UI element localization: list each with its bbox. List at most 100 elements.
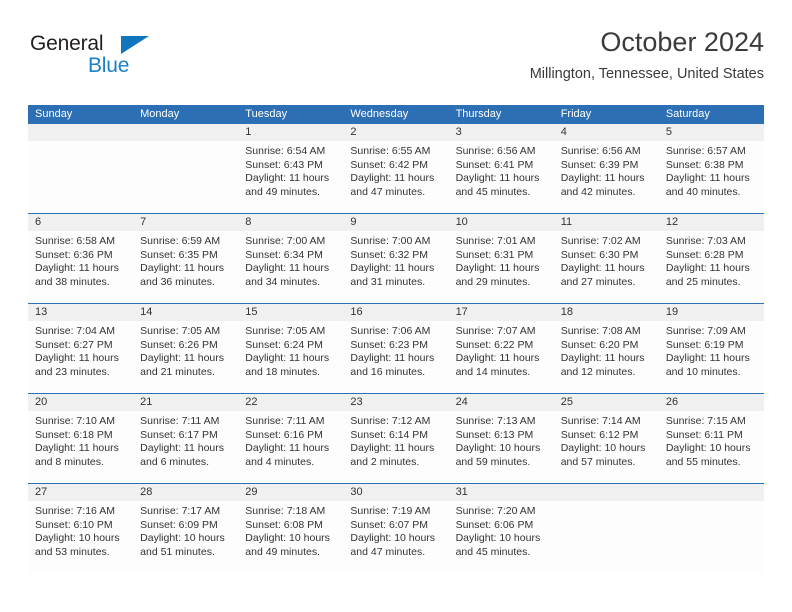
generalblue-logo[interactable]: General Blue xyxy=(28,32,228,88)
day-number-band: 31 xyxy=(448,484,554,501)
day-info: Sunrise: 7:16 AM Sunset: 6:10 PM Dayligh… xyxy=(28,501,133,559)
logo-text-blue: Blue xyxy=(88,54,130,77)
daylight-line1: Daylight: 11 hours xyxy=(665,262,750,275)
daylight-line1: Daylight: 11 hours xyxy=(455,172,540,185)
daylight-line1: Daylight: 10 hours xyxy=(140,532,225,545)
day-cell[interactable]: 26 Sunrise: 7:15 AM Sunset: 6:11 PM Dayl… xyxy=(658,394,764,483)
day-number: 5 xyxy=(665,126,672,138)
day-cell[interactable]: 22 Sunrise: 7:11 AM Sunset: 6:16 PM Dayl… xyxy=(238,394,344,483)
day-number: 31 xyxy=(455,486,468,498)
day-number: 19 xyxy=(665,306,679,318)
day-cell[interactable]: 12 Sunrise: 7:03 AM Sunset: 6:28 PM Dayl… xyxy=(658,214,764,303)
day-number-band: 10 xyxy=(448,214,554,231)
day-cell[interactable]: 11 Sunrise: 7:02 AM Sunset: 6:30 PM Dayl… xyxy=(553,214,659,303)
day-info: Sunrise: 6:59 AM Sunset: 6:35 PM Dayligh… xyxy=(133,231,238,289)
day-cell[interactable]: 24 Sunrise: 7:13 AM Sunset: 6:13 PM Dayl… xyxy=(448,394,554,483)
day-cell[interactable]: 10 Sunrise: 7:01 AM Sunset: 6:31 PM Dayl… xyxy=(448,214,554,303)
day-number-band: 9 xyxy=(343,214,449,231)
daylight-line2: and 6 minutes. xyxy=(140,455,210,468)
day-number: 10 xyxy=(455,216,468,228)
daylight-line1: Daylight: 10 hours xyxy=(245,532,330,545)
day-cell[interactable]: 21 Sunrise: 7:11 AM Sunset: 6:17 PM Dayl… xyxy=(133,394,239,483)
daylight-line2: and 10 minutes. xyxy=(665,365,741,378)
calendar-page: General Blue October 2024 Millington, Te… xyxy=(0,0,792,612)
weekday-tuesday: Tuesday xyxy=(245,108,288,120)
day-cell[interactable]: 7 Sunrise: 6:59 AM Sunset: 6:35 PM Dayli… xyxy=(133,214,239,303)
day-cell[interactable]: 13 Sunrise: 7:04 AM Sunset: 6:27 PM Dayl… xyxy=(28,304,134,393)
sunset-text: Sunset: 6:09 PM xyxy=(140,518,218,531)
day-info: Sunrise: 7:13 AM Sunset: 6:13 PM Dayligh… xyxy=(449,411,554,469)
day-number: 23 xyxy=(350,396,363,408)
day-cell[interactable]: 15 Sunrise: 7:05 AM Sunset: 6:24 PM Dayl… xyxy=(238,304,344,393)
day-cell[interactable]: 27 Sunrise: 7:16 AM Sunset: 6:10 PM Dayl… xyxy=(28,484,134,573)
day-number: 9 xyxy=(350,216,357,228)
day-cell[interactable]: 6 Sunrise: 6:58 AM Sunset: 6:36 PM Dayli… xyxy=(28,214,134,303)
day-number-band: 12 xyxy=(658,214,764,231)
sunset-text: Sunset: 6:23 PM xyxy=(350,338,429,351)
daylight-line2: and 12 minutes. xyxy=(560,365,636,378)
week-row: 27 Sunrise: 7:16 AM Sunset: 6:10 PM Dayl… xyxy=(28,483,764,573)
day-number-band: 4 xyxy=(553,124,659,141)
day-cell[interactable]: 16 Sunrise: 7:06 AM Sunset: 6:23 PM Dayl… xyxy=(343,304,449,393)
day-cell[interactable]: 5 Sunrise: 6:57 AM Sunset: 6:38 PM Dayli… xyxy=(658,124,764,213)
day-number-band xyxy=(28,124,134,141)
sunset-text: Sunset: 6:35 PM xyxy=(140,248,218,261)
weekday-friday: Friday xyxy=(560,108,592,120)
day-cell[interactable]: 20 Sunrise: 7:10 AM Sunset: 6:18 PM Dayl… xyxy=(28,394,134,483)
day-info: Sunrise: 7:11 AM Sunset: 6:17 PM Dayligh… xyxy=(133,411,238,469)
day-number-band: 8 xyxy=(238,214,344,231)
sunset-text: Sunset: 6:13 PM xyxy=(455,428,534,441)
day-number: 3 xyxy=(455,126,462,138)
sunrise-text: Sunrise: 7:18 AM xyxy=(245,505,326,517)
day-cell[interactable]: 30 Sunrise: 7:19 AM Sunset: 6:07 PM Dayl… xyxy=(343,484,449,573)
day-number-band: 27 xyxy=(28,484,134,501)
week-row: 13 Sunrise: 7:04 AM Sunset: 6:27 PM Dayl… xyxy=(28,303,764,393)
day-info: Sunrise: 6:57 AM Sunset: 6:38 PM Dayligh… xyxy=(659,141,764,199)
day-cell[interactable]: 25 Sunrise: 7:14 AM Sunset: 6:12 PM Dayl… xyxy=(553,394,659,483)
daylight-line1: Daylight: 11 hours xyxy=(455,352,540,365)
day-cell[interactable]: 31 Sunrise: 7:20 AM Sunset: 6:06 PM Dayl… xyxy=(448,484,554,573)
day-number-band xyxy=(133,124,239,141)
day-info: Sunrise: 7:17 AM Sunset: 6:09 PM Dayligh… xyxy=(133,501,238,559)
day-cell[interactable] xyxy=(658,484,764,573)
day-cell[interactable]: 2 Sunrise: 6:55 AM Sunset: 6:42 PM Dayli… xyxy=(343,124,449,213)
sunrise-text: Sunrise: 7:05 AM xyxy=(140,325,221,337)
day-cell[interactable]: 19 Sunrise: 7:09 AM Sunset: 6:19 PM Dayl… xyxy=(658,304,764,393)
daylight-line2: and 45 minutes. xyxy=(455,185,531,198)
day-number: 15 xyxy=(245,306,258,318)
page-header: General Blue October 2024 Millington, Te… xyxy=(28,26,764,98)
page-title: October 2024 xyxy=(600,27,764,57)
day-info xyxy=(554,501,659,505)
weekday-thursday: Thursday xyxy=(455,108,502,120)
day-cell[interactable]: 29 Sunrise: 7:18 AM Sunset: 6:08 PM Dayl… xyxy=(238,484,344,573)
day-number: 27 xyxy=(35,486,48,498)
day-cell[interactable]: 23 Sunrise: 7:12 AM Sunset: 6:14 PM Dayl… xyxy=(343,394,449,483)
sunset-text: Sunset: 6:06 PM xyxy=(455,518,534,531)
sunset-text: Sunset: 6:39 PM xyxy=(560,158,639,171)
day-cell[interactable]: 3 Sunrise: 6:56 AM Sunset: 6:41 PM Dayli… xyxy=(448,124,554,213)
day-cell[interactable]: 1 Sunrise: 6:54 AM Sunset: 6:43 PM Dayli… xyxy=(238,124,344,213)
day-cell[interactable]: 9 Sunrise: 7:00 AM Sunset: 6:32 PM Dayli… xyxy=(343,214,449,303)
sunrise-text: Sunrise: 6:59 AM xyxy=(140,235,221,247)
day-number: 24 xyxy=(455,396,468,408)
sunset-text: Sunset: 6:36 PM xyxy=(35,248,113,261)
day-cell[interactable]: 28 Sunrise: 7:17 AM Sunset: 6:09 PM Dayl… xyxy=(133,484,239,573)
day-cell[interactable]: 8 Sunrise: 7:00 AM Sunset: 6:34 PM Dayli… xyxy=(238,214,344,303)
sunset-text: Sunset: 6:08 PM xyxy=(245,518,323,531)
day-info: Sunrise: 7:04 AM Sunset: 6:27 PM Dayligh… xyxy=(28,321,133,379)
day-cell[interactable]: 14 Sunrise: 7:05 AM Sunset: 6:26 PM Dayl… xyxy=(133,304,239,393)
sunrise-text: Sunrise: 7:01 AM xyxy=(455,235,536,247)
day-cell[interactable]: 18 Sunrise: 7:08 AM Sunset: 6:20 PM Dayl… xyxy=(553,304,659,393)
day-number-band: 1 xyxy=(238,124,344,141)
day-info: Sunrise: 7:18 AM Sunset: 6:08 PM Dayligh… xyxy=(238,501,343,559)
day-cell[interactable] xyxy=(133,124,239,213)
day-info: Sunrise: 7:05 AM Sunset: 6:24 PM Dayligh… xyxy=(238,321,343,379)
day-cell[interactable]: 4 Sunrise: 6:56 AM Sunset: 6:39 PM Dayli… xyxy=(553,124,659,213)
sunset-text: Sunset: 6:38 PM xyxy=(665,158,744,171)
daylight-line2: and 2 minutes. xyxy=(350,455,420,468)
day-cell[interactable]: 17 Sunrise: 7:07 AM Sunset: 6:22 PM Dayl… xyxy=(448,304,554,393)
day-number: 20 xyxy=(35,396,48,408)
daylight-line2: and 47 minutes. xyxy=(350,545,426,558)
day-cell[interactable] xyxy=(28,124,134,213)
day-cell[interactable] xyxy=(553,484,659,573)
